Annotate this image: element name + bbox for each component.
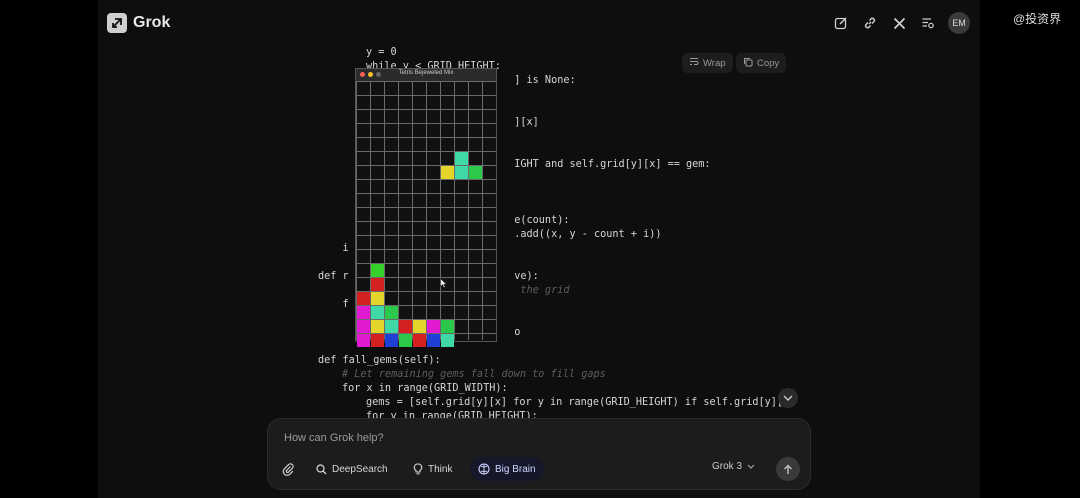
watermark: @投资界 <box>1013 12 1062 26</box>
game-window-title: Tetris Bejeweled Mix <box>398 70 454 76</box>
game-gem-cell <box>469 166 482 179</box>
game-gem-cell <box>455 152 468 165</box>
game-gem-cell <box>371 320 384 333</box>
game-gem-cell <box>357 292 370 305</box>
lightbulb-icon <box>413 463 423 475</box>
code-line: i <box>318 243 349 254</box>
game-gem-cell <box>357 320 370 333</box>
code-line: gems = [self.grid[y][x] for y in range(G… <box>366 397 796 408</box>
game-gem-cell <box>357 306 370 319</box>
edit-icon[interactable] <box>832 14 850 32</box>
link-icon[interactable] <box>861 14 879 32</box>
deepsearch-button[interactable]: DeepSearch <box>308 457 396 481</box>
code-line: # Let remaining gems fall down to fill g… <box>342 369 606 380</box>
game-window[interactable]: Tetris Bejeweled Mix <box>355 68 497 347</box>
big-brain-button[interactable]: Big Brain <box>470 457 544 481</box>
game-gem-cell <box>399 334 412 347</box>
attach-button[interactable] <box>274 457 302 481</box>
big-brain-label: Big Brain <box>495 463 536 475</box>
game-gem-cell <box>413 334 426 347</box>
top-actions: EM <box>832 12 970 34</box>
game-gem-cell <box>385 334 398 347</box>
game-gem-cell <box>399 320 412 333</box>
history-icon[interactable] <box>919 14 937 32</box>
brain-icon <box>478 463 490 475</box>
send-button[interactable] <box>776 457 800 481</box>
game-gem-cell <box>441 320 454 333</box>
game-gem-cell <box>371 278 384 291</box>
chevron-down-icon <box>783 395 793 401</box>
game-gem-cell <box>371 334 384 347</box>
paperclip-icon <box>282 463 294 476</box>
chevron-down-icon <box>747 464 755 469</box>
grok-logo-icon <box>107 13 127 33</box>
game-gem-cell <box>371 306 384 319</box>
game-gem-cell <box>413 320 426 333</box>
model-label: Grok 3 <box>712 461 743 472</box>
game-gem-cell <box>385 320 398 333</box>
code-line: y = 0 <box>366 47 397 58</box>
game-gem-cell <box>427 320 440 333</box>
think-label: Think <box>428 463 453 475</box>
prompt-input[interactable] <box>284 429 684 447</box>
code-line: f <box>318 299 349 310</box>
game-gem-cell <box>371 292 384 305</box>
game-board[interactable] <box>356 81 496 347</box>
code-line: def fall_gems(self): <box>318 355 441 366</box>
avatar[interactable]: EM <box>948 12 970 34</box>
game-gem-cell <box>441 166 454 179</box>
think-button[interactable]: Think <box>405 457 460 481</box>
game-gem-cell <box>427 334 440 347</box>
model-selector[interactable]: Grok 3 <box>712 461 755 472</box>
game-gem-cell <box>385 306 398 319</box>
grok-app: Grok EM Wrap Copy y = 0 while y < GRID_H… <box>98 0 980 498</box>
search-icon <box>316 463 327 474</box>
top-bar: Grok EM <box>98 0 980 46</box>
mouse-cursor-icon <box>440 275 448 293</box>
x-logo-icon[interactable] <box>890 14 908 32</box>
game-gem-cell <box>455 166 468 179</box>
deepsearch-label: DeepSearch <box>332 463 388 475</box>
code-line: for x in range(GRID_WIDTH): <box>342 383 508 394</box>
brand-name: Grok <box>133 14 171 31</box>
grok-logo[interactable]: Grok <box>107 13 170 33</box>
game-gem-cell <box>357 334 370 347</box>
message-composer: DeepSearch Think Big Brain Grok 3 <box>267 418 811 490</box>
scroll-down-button[interactable] <box>778 388 798 408</box>
arrow-up-icon <box>783 463 793 474</box>
game-gem-cell <box>441 334 454 347</box>
game-gem-cell <box>371 264 384 277</box>
